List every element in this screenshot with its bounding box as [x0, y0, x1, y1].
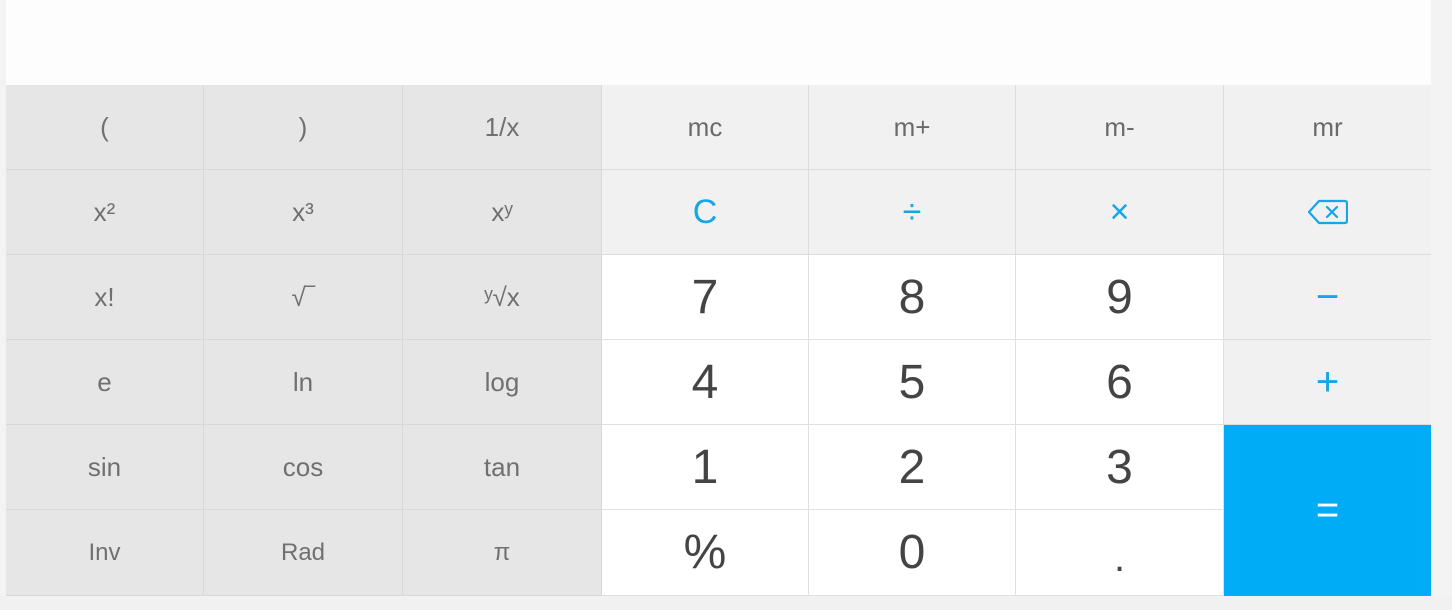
- digit-4-button[interactable]: 4: [602, 340, 809, 425]
- log-button[interactable]: log: [403, 340, 602, 425]
- digit-8-button[interactable]: 8: [809, 255, 1016, 340]
- calculator-display: [6, 0, 1431, 86]
- digit-0-button[interactable]: 0: [809, 510, 1016, 596]
- decimal-button[interactable]: .: [1016, 510, 1224, 596]
- cos-button[interactable]: cos: [204, 425, 403, 510]
- tan-button[interactable]: tan: [403, 425, 602, 510]
- digit-9-button[interactable]: 9: [1016, 255, 1224, 340]
- rad-button[interactable]: Rad: [204, 510, 403, 596]
- yroot-button[interactable]: ʸ√x: [403, 255, 602, 340]
- percent-button[interactable]: %: [602, 510, 809, 596]
- e-button[interactable]: e: [6, 340, 204, 425]
- decimal-label: .: [1113, 536, 1126, 580]
- memory-subtract-button[interactable]: m-: [1016, 85, 1224, 170]
- digit-7-button[interactable]: 7: [602, 255, 809, 340]
- plus-button[interactable]: +: [1224, 340, 1431, 425]
- multiply-button[interactable]: ×: [1016, 170, 1224, 255]
- memory-recall-button[interactable]: mr: [1224, 85, 1431, 170]
- reciprocal-button[interactable]: 1/x: [403, 85, 602, 170]
- equals-button[interactable]: =: [1224, 425, 1431, 596]
- divide-button[interactable]: ÷: [809, 170, 1016, 255]
- memory-add-button[interactable]: m+: [809, 85, 1016, 170]
- sqrt-button[interactable]: √‾: [204, 255, 403, 340]
- backspace-icon: [1307, 199, 1348, 225]
- bottom-strip: [0, 596, 1452, 610]
- memory-clear-button[interactable]: mc: [602, 85, 809, 170]
- square-button[interactable]: x²: [6, 170, 204, 255]
- digit-6-button[interactable]: 6: [1016, 340, 1224, 425]
- power-button[interactable]: xʸ: [403, 170, 602, 255]
- cube-button[interactable]: x³: [204, 170, 403, 255]
- ln-button[interactable]: ln: [204, 340, 403, 425]
- digit-5-button[interactable]: 5: [809, 340, 1016, 425]
- open-paren-button[interactable]: (: [6, 85, 204, 170]
- minus-button[interactable]: −: [1224, 255, 1431, 340]
- backspace-button[interactable]: [1224, 170, 1431, 255]
- close-paren-button[interactable]: ): [204, 85, 403, 170]
- calculator: ( ) 1/x x² x³ xʸ x! √‾ ʸ√x e ln log sin …: [6, 0, 1431, 596]
- pi-button[interactable]: π: [403, 510, 602, 596]
- digit-1-button[interactable]: 1: [602, 425, 809, 510]
- keypad: ( ) 1/x x² x³ xʸ x! √‾ ʸ√x e ln log sin …: [6, 85, 1431, 596]
- digit-3-button[interactable]: 3: [1016, 425, 1224, 510]
- digit-2-button[interactable]: 2: [809, 425, 1016, 510]
- factorial-button[interactable]: x!: [6, 255, 204, 340]
- clear-button[interactable]: C: [602, 170, 809, 255]
- sin-button[interactable]: sin: [6, 425, 204, 510]
- inv-button[interactable]: Inv: [6, 510, 204, 596]
